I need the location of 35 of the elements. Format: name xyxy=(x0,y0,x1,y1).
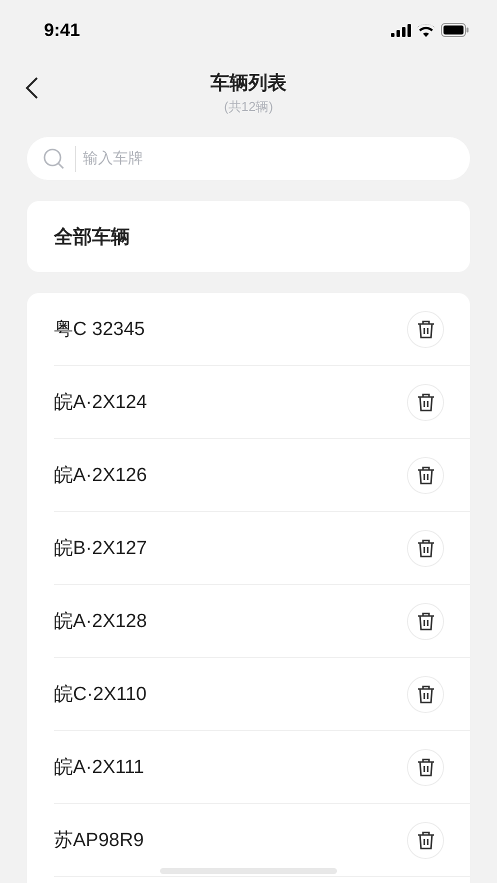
delete-button[interactable] xyxy=(407,310,444,348)
trash-icon xyxy=(416,684,434,704)
wifi-icon xyxy=(417,24,435,36)
vehicle-count: (共12辆) xyxy=(224,98,274,116)
trash-icon xyxy=(416,392,434,412)
signal-icon xyxy=(391,24,411,36)
delete-button[interactable] xyxy=(407,676,444,712)
delete-button[interactable] xyxy=(407,530,444,566)
delete-button[interactable] xyxy=(407,822,444,858)
license-plate[interactable]: 皖C·2X110 xyxy=(54,681,147,707)
license-plate[interactable]: 皖A·2X126 xyxy=(54,462,147,488)
license-plate[interactable]: 皖B·2X127 xyxy=(54,535,147,561)
license-plate[interactable]: 皖A·2X111 xyxy=(54,754,144,780)
trash-icon xyxy=(416,612,434,630)
search-field[interactable]: 输入车牌 xyxy=(75,146,454,172)
trash-icon xyxy=(416,320,434,338)
trash-icon xyxy=(416,538,434,558)
license-plate[interactable]: 皖A·2X128 xyxy=(54,608,147,634)
license-plate[interactable]: 皖A·2X124 xyxy=(54,389,147,415)
trash-icon xyxy=(416,830,434,850)
battery-icon xyxy=(441,23,469,37)
delete-button[interactable] xyxy=(407,602,444,640)
license-plate[interactable]: 苏AP98R9 xyxy=(54,827,144,853)
delete-button[interactable] xyxy=(407,456,444,494)
search-bar[interactable]: 输入车牌 xyxy=(27,137,470,180)
trash-icon xyxy=(416,466,434,484)
status-time: 9:41 xyxy=(44,20,80,40)
trash-icon xyxy=(416,758,434,776)
delete-button[interactable] xyxy=(407,748,444,786)
page-title: 车辆列表 xyxy=(210,72,286,96)
all-vehicles-item[interactable]: 全部车辆 xyxy=(27,201,470,272)
back-icon xyxy=(25,76,39,100)
delete-button[interactable] xyxy=(407,384,444,420)
search-icon xyxy=(43,148,65,170)
license-plate[interactable]: 粤C 32345 xyxy=(54,316,145,342)
